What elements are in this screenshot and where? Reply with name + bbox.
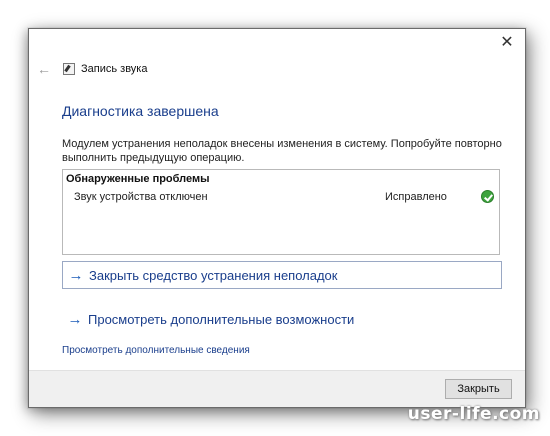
explore-options-option[interactable]: → Просмотреть дополнительные возможности xyxy=(62,305,502,333)
option-label: Закрыть средство устранения неполадок xyxy=(89,267,338,283)
problems-header: Обнаруженные проблемы xyxy=(66,173,210,185)
window-header: ← Запись звука xyxy=(37,61,147,77)
problem-status: Исправлено xyxy=(385,191,447,203)
page-heading: Диагностика завершена xyxy=(62,103,219,119)
status-message: Модулем устранения неполадок внесены изм… xyxy=(62,138,502,164)
arrow-right-icon: → xyxy=(68,266,84,284)
arrow-right-icon: → xyxy=(67,310,83,328)
option-label: Просмотреть дополнительные возможности xyxy=(88,311,355,327)
problem-name: Звук устройства отключен xyxy=(74,191,208,203)
back-arrow-icon[interactable]: ← xyxy=(37,61,55,77)
dialog-footer: Закрыть xyxy=(29,370,525,407)
close-troubleshooter-option[interactable]: → Закрыть средство устранения неполадок xyxy=(62,261,502,289)
details-link[interactable]: Просмотреть дополнительные сведения xyxy=(62,345,250,356)
problems-panel: Обнаруженные проблемы Звук устройства от… xyxy=(62,169,500,255)
close-button[interactable]: Закрыть xyxy=(445,379,512,399)
close-window-icon[interactable]: ✕ xyxy=(499,35,515,51)
sound-recorder-icon xyxy=(63,63,75,75)
check-icon xyxy=(481,190,494,203)
problem-row: Звук устройства отключен Исправлено xyxy=(63,190,499,209)
troubleshooter-window: ✕ ← Запись звука Диагностика завершена М… xyxy=(28,28,526,408)
window-title: Запись звука xyxy=(81,63,148,75)
watermark: user-life.com xyxy=(407,404,540,424)
